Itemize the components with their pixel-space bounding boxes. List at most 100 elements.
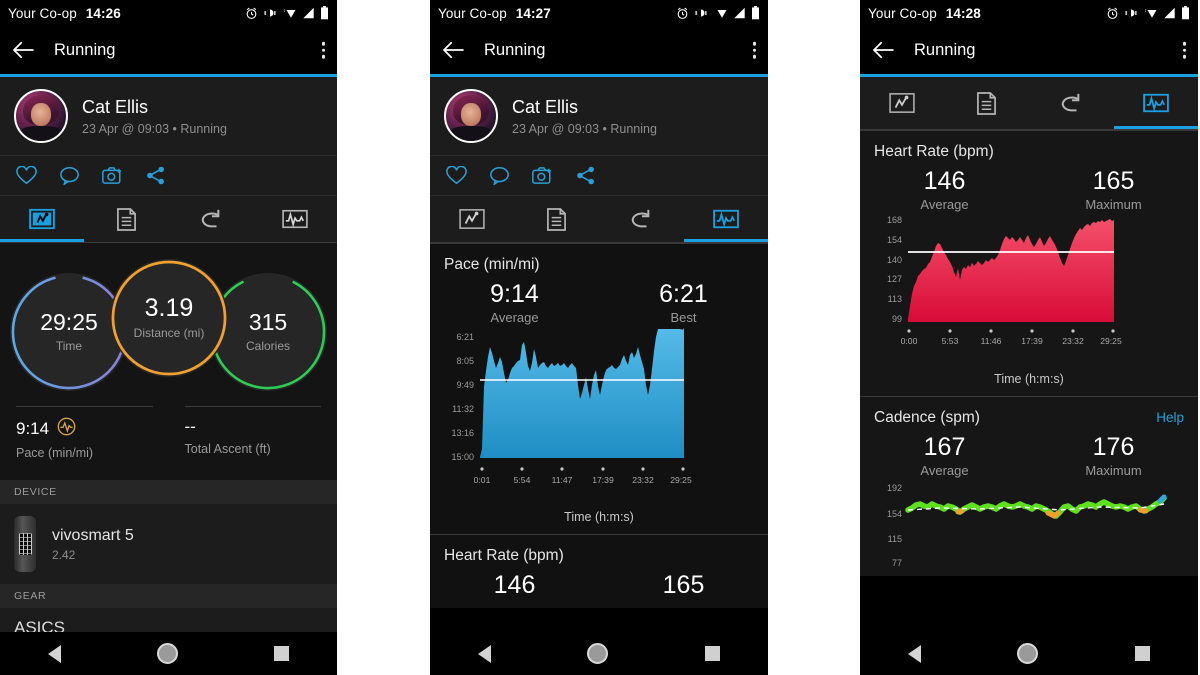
photo-icon[interactable] [532,166,554,185]
share-icon[interactable] [146,166,166,185]
svg-text:5:54: 5:54 [514,475,531,485]
overflow-menu-button[interactable] [321,41,325,59]
tab-summary[interactable] [860,77,945,129]
nav-back-button[interactable] [478,644,492,663]
tab-summary[interactable] [0,196,84,242]
carrier-label: Your Co-op [438,5,507,21]
cadence-average-value: 167 [923,432,966,461]
status-time: 14:27 [515,5,551,21]
tab-laps[interactable] [599,196,684,242]
nav-recents-button[interactable] [1134,646,1150,661]
svg-text:168: 168 [887,215,902,225]
pace-best: 6:21 Best [599,280,768,325]
svg-text:13:16: 13:16 [451,428,474,438]
svg-text:23:32: 23:32 [1062,336,1084,346]
cadence-maximum-value: 176 [1092,432,1135,461]
profile-subtitle: 23 Apr @ 09:03 • Running [82,121,227,136]
nav-home-button[interactable] [587,643,609,664]
tab-details[interactable] [945,77,1030,129]
svg-text:23:32: 23:32 [632,475,654,485]
sub-stat-pace-value: 9:14 [16,419,50,438]
share-icon[interactable] [576,166,596,185]
tab-summary[interactable] [430,196,515,242]
summary-sub-stats: 9:14 Pace (min/mi) -- Total Ascent (ft) [0,397,337,480]
svg-text:99: 99 [892,314,902,324]
tab-details[interactable] [84,196,168,242]
cadence-help-link[interactable]: Help [1156,410,1184,425]
heart-rate-maximum-value: 165 [662,570,705,599]
phone-screen-summary: Your Co-op 14:26 Running Cat Ellis 23 Ap… [0,0,337,675]
like-icon[interactable] [16,166,37,185]
device-thumbnail-icon [14,516,36,572]
profile-header[interactable]: Cat Ellis 23 Apr @ 09:03 • Running [430,77,768,156]
overflow-menu-button[interactable] [752,41,756,59]
pace-best-caption: Best [670,309,697,325]
svg-text:29:25: 29:25 [1100,336,1122,346]
tab-laps[interactable] [1029,77,1114,129]
heart-rate-title: Heart Rate (bpm) [444,546,564,564]
svg-text:9:49: 9:49 [456,380,474,390]
pace-x-axis-title: Time (h:m:s) [564,509,634,524]
nav-back-button[interactable] [908,644,922,663]
nav-home-button[interactable] [1017,643,1039,664]
device-row[interactable]: vivosmart 5 2.42 [0,504,337,584]
tab-charts[interactable] [684,196,769,242]
battery-icon [751,6,760,20]
nav-home-button[interactable] [157,643,178,664]
device-name: vivosmart 5 [52,526,134,544]
pace-average-value: 9:14 [490,280,539,308]
tab-bar [430,196,768,242]
heart-rate-chart-card-partial: Heart Rate (bpm) 146 165 [430,533,768,608]
svg-text:77: 77 [892,558,902,568]
tab-bar [860,77,1198,129]
back-button[interactable] [430,41,476,59]
tab-indicator [1113,126,1198,129]
pace-badge-icon [57,417,76,441]
tab-charts[interactable] [253,196,337,242]
nav-recents-button[interactable] [704,646,720,661]
tab-details[interactable] [515,196,600,242]
heart-rate-chart-title: Heart Rate (bpm) [874,143,994,160]
social-action-bar [430,156,768,196]
overflow-menu-button[interactable] [1182,41,1186,59]
photo-icon[interactable] [102,166,124,185]
cadence-maximum: 176 Maximum [1029,433,1198,478]
social-action-bar [0,156,337,196]
status-time: 14:28 [945,5,981,21]
pace-plot[interactable]: 6:21 8:05 9:49 11:32 13:16 15:00 0:01 5:… [430,327,768,502]
vibrate-icon [1124,7,1138,19]
profile-header[interactable]: Cat Ellis 23 Apr @ 09:03 • Running [0,77,337,156]
cadence-stats: 167 Average 176 Maximum [860,427,1198,480]
nav-back-button[interactable] [48,644,61,663]
sub-stat-ascent-caption: Total Ascent (ft) [184,442,271,456]
heart-rate-plot[interactable]: 168 154 140 127 113 99 0:00 5:53 11:46 1… [860,214,1198,364]
nav-recents-button[interactable] [274,646,289,661]
like-icon[interactable] [446,166,467,185]
summary-rings: 29:25 Time 3.19 Distance (mi) 315 Calori… [0,257,337,397]
pace-best-value: 6:21 [659,280,708,308]
comment-icon[interactable] [59,166,80,185]
tab-laps[interactable] [169,196,253,242]
back-button[interactable] [0,41,46,59]
heart-rate-stats: 146 Average 165 Maximum [860,161,1198,214]
back-button[interactable] [860,41,906,59]
svg-text:17:39: 17:39 [592,475,614,485]
page-title: Running [914,40,976,59]
profile-subtitle: 23 Apr @ 09:03 • Running [512,121,657,136]
alarm-icon [1106,7,1119,20]
comment-icon[interactable] [489,166,510,185]
tab-charts[interactable] [1114,77,1199,129]
avatar [14,89,68,143]
phone-screen-hr-cadence: Your Co-op 14:28 Running Heart Rate (bpm… [860,0,1198,675]
tab-bar [0,196,337,242]
device-version: 2.42 [52,547,76,562]
svg-text:15:00: 15:00 [451,452,474,462]
android-nav-bar [860,632,1198,675]
app-bar: Running [430,26,768,74]
heart-rate-average-caption: Average [920,196,969,212]
status-bar: Your Co-op 14:27 [430,0,768,26]
carrier-label: Your Co-op [8,5,77,21]
cadence-plot[interactable]: 192 154 115 77 [860,480,1198,570]
status-time: 14:26 [85,5,121,21]
cadence-average-caption: Average [920,462,969,478]
